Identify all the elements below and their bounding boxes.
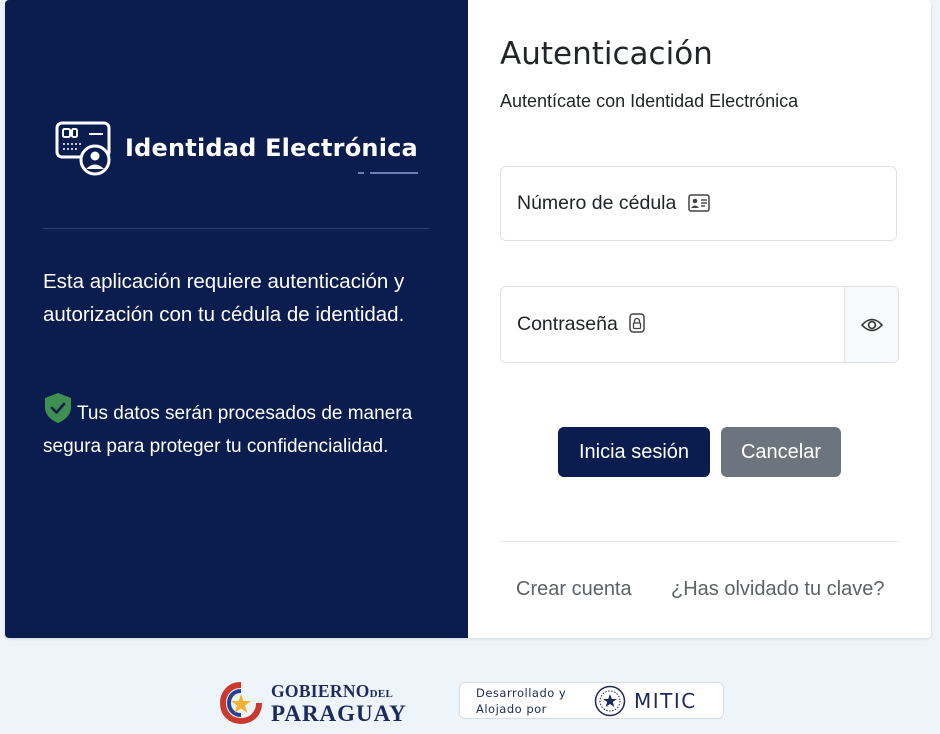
mitic-text: MITIC <box>634 688 697 713</box>
gov-text: GOBIERNODEL PARAGUAY <box>271 681 407 726</box>
cancel-button[interactable]: Cancelar <box>721 427 841 477</box>
page-title: Autenticación <box>500 36 713 72</box>
brand-name: Identidad Electrónica <box>125 134 418 174</box>
password-input[interactable]: Contraseña <box>500 286 845 363</box>
intro-text: Esta aplicación requiere autenticación y… <box>43 270 405 326</box>
toggle-password-button[interactable] <box>845 286 899 363</box>
divider <box>500 541 899 542</box>
secure-note-text: Tus datos serán procesados de manera seg… <box>43 403 413 457</box>
eye-icon <box>860 318 883 331</box>
forgot-password-link[interactable]: ¿Has olvidado tu clave? <box>671 578 884 601</box>
gov-paraguay-logo: GOBIERNODEL PARAGUAY <box>219 681 407 726</box>
id-card-user-icon <box>55 121 111 176</box>
developed-by-text: Desarrollado y Alojado por <box>476 685 567 716</box>
id-card-icon <box>688 194 710 212</box>
auth-panel: Autenticación Autentícate con Identidad … <box>468 0 931 638</box>
brand-logo: Identidad Electrónica <box>55 120 418 176</box>
divider <box>43 228 429 229</box>
login-button[interactable]: Inicia sesión <box>558 427 710 477</box>
shield-check-icon <box>45 393 71 423</box>
create-account-link[interactable]: Crear cuenta <box>516 578 632 601</box>
password-label: Contraseña <box>517 313 645 336</box>
login-card: Identidad Electrónica Esta aplicación re… <box>5 0 931 638</box>
lock-icon <box>629 313 645 333</box>
password-group: Contraseña <box>500 286 899 363</box>
cedula-label: Número de cédula <box>517 192 710 215</box>
page-subtitle: Autentícate con Identidad Electrónica <box>500 91 799 111</box>
cedula-input[interactable]: Número de cédula <box>500 166 897 241</box>
paraguay-seal-icon <box>219 681 262 724</box>
info-panel: Identidad Electrónica Esta aplicación re… <box>5 0 468 638</box>
secure-note: Tus datos serán procesados de manera seg… <box>43 392 433 463</box>
mitic-badge: Desarrollado y Alojado por MITIC <box>459 682 724 719</box>
paraguay-coat-of-arms-icon <box>594 685 626 716</box>
